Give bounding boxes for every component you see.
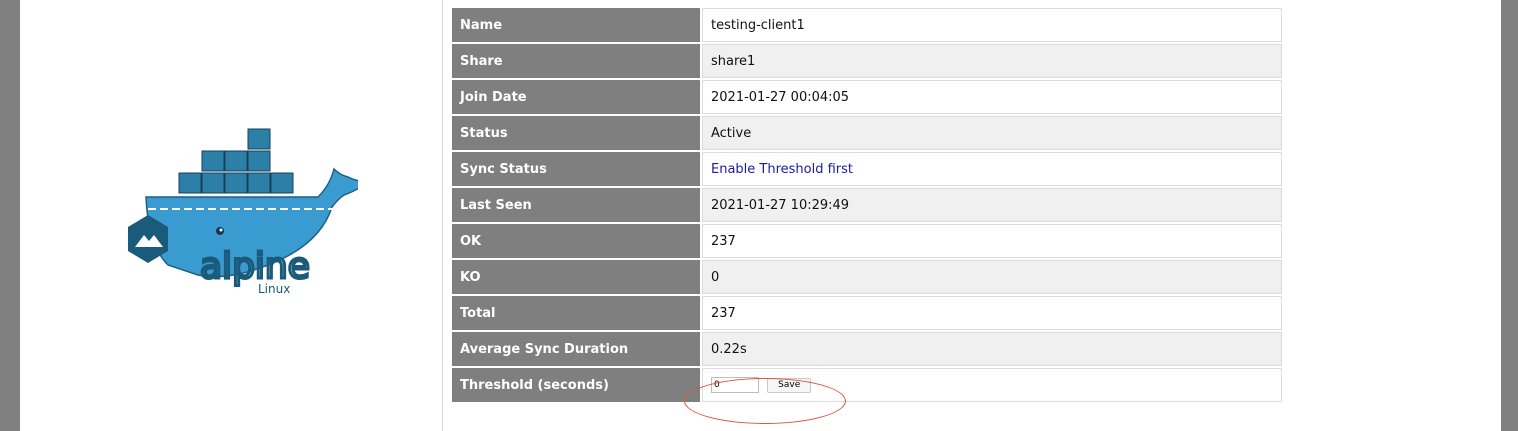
row-label: Sync Status (452, 152, 700, 186)
row-label: Total (452, 296, 700, 330)
row-label: Status (452, 116, 700, 150)
enable-threshold-link[interactable]: Enable Threshold first (711, 162, 853, 177)
row-value: 2021-01-27 10:29:49 (702, 188, 1282, 222)
logo-word: alpine (200, 246, 310, 287)
logo-subword: Linux (258, 282, 290, 296)
row-label: Join Date (452, 80, 700, 114)
row-value: Active (702, 116, 1282, 150)
row-value: 0.22s (702, 332, 1282, 366)
alpine-docker-logo: alpine Linux (128, 128, 358, 296)
save-button[interactable]: Save (767, 377, 812, 393)
row-label: Last Seen (452, 188, 700, 222)
row-value: 0 (702, 260, 1282, 294)
row-label: Average Sync Duration (452, 332, 700, 366)
threshold-input[interactable] (711, 377, 759, 393)
row-value: share1 (702, 44, 1282, 78)
row-label: KO (452, 260, 700, 294)
row-label: Name (452, 8, 700, 42)
table-row-average-sync-duration: Average Sync Duration 0.22s (452, 332, 1282, 366)
table-row-share: Share share1 (452, 44, 1282, 78)
row-value: 237 (702, 296, 1282, 330)
column-divider (442, 0, 443, 431)
row-value: 2021-01-27 00:04:05 (702, 80, 1282, 114)
row-value: testing-client1 (702, 8, 1282, 42)
table-row-ok: OK 237 (452, 224, 1282, 258)
client-details-table: Name testing-client1 Share share1 Join D… (450, 6, 1284, 404)
table-row-total: Total 237 (452, 296, 1282, 330)
row-label: OK (452, 224, 700, 258)
table-row-last-seen: Last Seen 2021-01-27 10:29:49 (452, 188, 1282, 222)
table-row-join-date: Join Date 2021-01-27 00:04:05 (452, 80, 1282, 114)
row-label: Threshold (seconds) (452, 368, 700, 402)
threshold-form: Save (702, 368, 1282, 402)
table-row-ko: KO 0 (452, 260, 1282, 294)
table-row-threshold: Threshold (seconds) Save (452, 368, 1282, 402)
table-row-name: Name testing-client1 (452, 8, 1282, 42)
row-value: Enable Threshold first (702, 152, 1282, 186)
page-content: alpine Linux Name testing-client1 Share … (20, 0, 1501, 431)
table-row-status: Status Active (452, 116, 1282, 150)
row-value: 237 (702, 224, 1282, 258)
table-row-sync-status: Sync Status Enable Threshold first (452, 152, 1282, 186)
row-label: Share (452, 44, 700, 78)
